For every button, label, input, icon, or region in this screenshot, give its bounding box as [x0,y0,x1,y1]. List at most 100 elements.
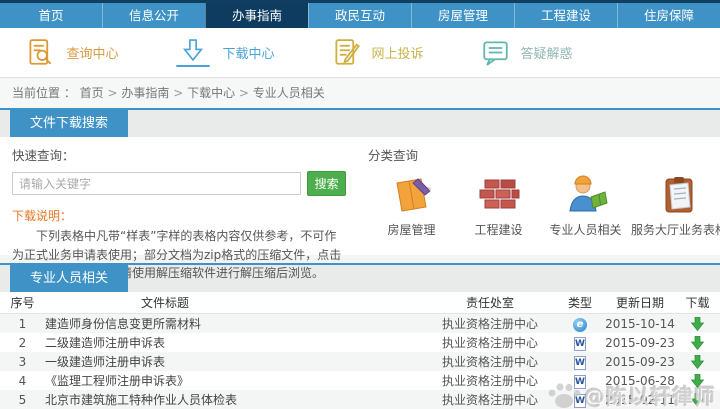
clipboard-forms-icon [655,173,703,217]
file-title-link[interactable]: 《监理工程师注册申诉表》 [45,372,425,389]
download-arrow-button[interactable] [675,316,720,331]
col-header-type: 类型 [567,296,592,310]
quicklink-label: 查询中心 [66,47,119,62]
search-section-header: 文件下载搜索 [0,108,720,137]
col-header-title: 文件标题 [140,296,189,310]
download-icon [176,38,211,67]
nav-tab[interactable]: 首页 [0,3,102,28]
breadcrumb-label: 当前位置 ： [12,86,76,100]
table-row: 5 北京市建筑施工特种作业人员体检表 执业资格注册中心 2015-02-11 [0,390,720,409]
breadcrumb-item[interactable]: 办事指南 [104,86,170,100]
quicklink-label: 下载中心 [222,47,275,62]
active-underline [176,65,211,67]
row-number: 2 [18,335,27,350]
responsible-dept: 执业资格注册中心 [441,393,538,407]
responsible-dept: 执业资格注册中心 [441,336,538,350]
row-number: 1 [18,316,27,331]
category-label: 工程建设 [474,223,523,237]
quicklink-faq[interactable]: 答疑解惑 [482,39,573,66]
search-button[interactable]: 搜索 [307,171,346,196]
download-arrow-button[interactable] [675,354,720,369]
breadcrumb: 当前位置 ： 首页办事指南下载中心专业人员相关 [0,78,720,108]
download-arrow-icon [690,316,705,331]
download-note-title: 下载说明： [12,209,73,223]
col-header-download: 下载 [685,296,710,310]
breadcrumb-item[interactable]: 专业人员相关 [235,86,325,100]
update-date: 2015-02-11 [605,392,675,407]
file-type-cell [555,354,605,370]
download-arrow-button[interactable] [675,392,720,407]
file-type-cell [555,316,605,332]
table-section-tab[interactable]: 专业人员相关 [10,265,129,292]
file-type-cell [555,392,605,408]
quicklink-query-center[interactable]: 查询中心 [27,39,118,66]
quick-links-bar: 查询中心 下载中心 网上投诉 答疑解惑 [0,28,720,78]
nav-tab[interactable]: 房屋管理 [411,3,514,28]
nav-tab[interactable]: 工程建设 [514,3,617,28]
quicklink-label: 答疑解惑 [520,47,573,62]
responsible-dept: 执业资格注册中心 [441,317,538,331]
file-title-link[interactable]: 一级建造师注册申诉表 [45,353,425,370]
row-number: 4 [18,373,27,388]
table-body: 1 建造师身份信息变更所需材料 执业资格注册中心 2015-10-14 2 二级… [0,314,720,409]
file-type-icon [574,393,586,408]
house-management-icon [388,173,436,217]
download-arrow-button[interactable] [675,373,720,388]
table-row: 4 《监理工程师注册申诉表》 执业资格注册中心 2015-06-28 [0,371,720,390]
table-section-header: 专业人员相关 [0,263,720,292]
search-input[interactable] [12,172,302,195]
file-type-icon [574,374,586,389]
table-row: 1 建造师身份信息变更所需材料 执业资格注册中心 2015-10-14 [0,314,720,333]
category-query-panel: 分类查询 房屋管理 工程建设 专业人员相关 服务大厅业务表格 [358,137,720,255]
quick-query-label: 快速查询： [12,148,75,163]
responsible-dept: 执业资格注册中心 [441,355,538,369]
chat-bubble-icon [482,39,509,66]
col-header-dept: 责任处室 [465,296,514,310]
search-section-body: 快速查询： 搜索 下载说明： 下列表格中凡带“样表”字样的表格内容仅供参考，不可… [0,137,720,280]
update-date: 2015-10-14 [605,316,675,331]
responsible-dept: 执业资格注册中心 [441,374,538,388]
download-arrow-icon [690,373,705,388]
nav-tab[interactable]: 政民互动 [308,3,411,28]
nav-tab[interactable]: 办事指南 [205,3,308,28]
file-title-link[interactable]: 二级建造师注册申诉表 [45,334,425,351]
update-date: 2015-06-28 [605,373,675,388]
download-arrow-icon [690,392,705,407]
file-title-link[interactable]: 北京市建筑施工特种作业人员体检表 [45,391,425,408]
top-navigation: 首页 信息公开 办事指南 政民互动 房屋管理 工程建设 住房保障 [0,0,720,28]
table-header-row: 序号 文件标题 责任处室 类型 更新日期 下载 [0,292,720,314]
worker-icon [562,173,610,217]
nav-tab[interactable]: 住房保障 [617,3,720,28]
category-service-hall-forms[interactable]: 服务大厅业务表格 [629,173,720,238]
category-house-management[interactable]: 房屋管理 [368,173,455,238]
category-label: 房屋管理 [387,223,436,237]
construction-bricks-icon [475,173,523,217]
file-type-icon [574,336,586,351]
quicklink-online-complaint[interactable]: 网上投诉 [333,39,424,66]
category-query-label: 分类查询 [368,148,419,163]
category-label: 服务大厅业务表格 [630,223,720,237]
row-number: 3 [18,354,27,369]
download-table: 序号 文件标题 责任处室 类型 更新日期 下载 1 建造师身份信息变更所需材料 … [0,292,720,410]
quicklink-download-center[interactable]: 下载中心 [176,38,275,67]
nav-tab[interactable]: 信息公开 [102,3,205,28]
category-professionals[interactable]: 专业人员相关 [542,173,629,238]
file-type-cell [555,335,605,351]
quicklink-label: 网上投诉 [371,47,424,62]
file-title-link[interactable]: 建造师身份信息变更所需材料 [45,315,425,332]
download-arrow-icon [690,335,705,350]
complaint-doc-icon [333,39,360,66]
category-label: 专业人员相关 [549,223,622,237]
file-type-cell [555,373,605,389]
col-header-date: 更新日期 [615,296,664,310]
search-doc-icon [27,39,54,66]
update-date: 2015-09-23 [605,335,675,350]
download-arrow-button[interactable] [675,335,720,350]
update-date: 2015-09-23 [605,354,675,369]
breadcrumb-item[interactable]: 首页 [80,86,104,100]
search-section-tab[interactable]: 文件下载搜索 [10,110,129,137]
category-construction[interactable]: 工程建设 [455,173,542,238]
quick-query-panel: 快速查询： 搜索 下载说明： 下列表格中凡带“样表”字样的表格内容仅供参考，不可… [0,137,358,280]
breadcrumb-item[interactable]: 下载中心 [169,86,235,100]
row-number: 5 [18,392,27,407]
